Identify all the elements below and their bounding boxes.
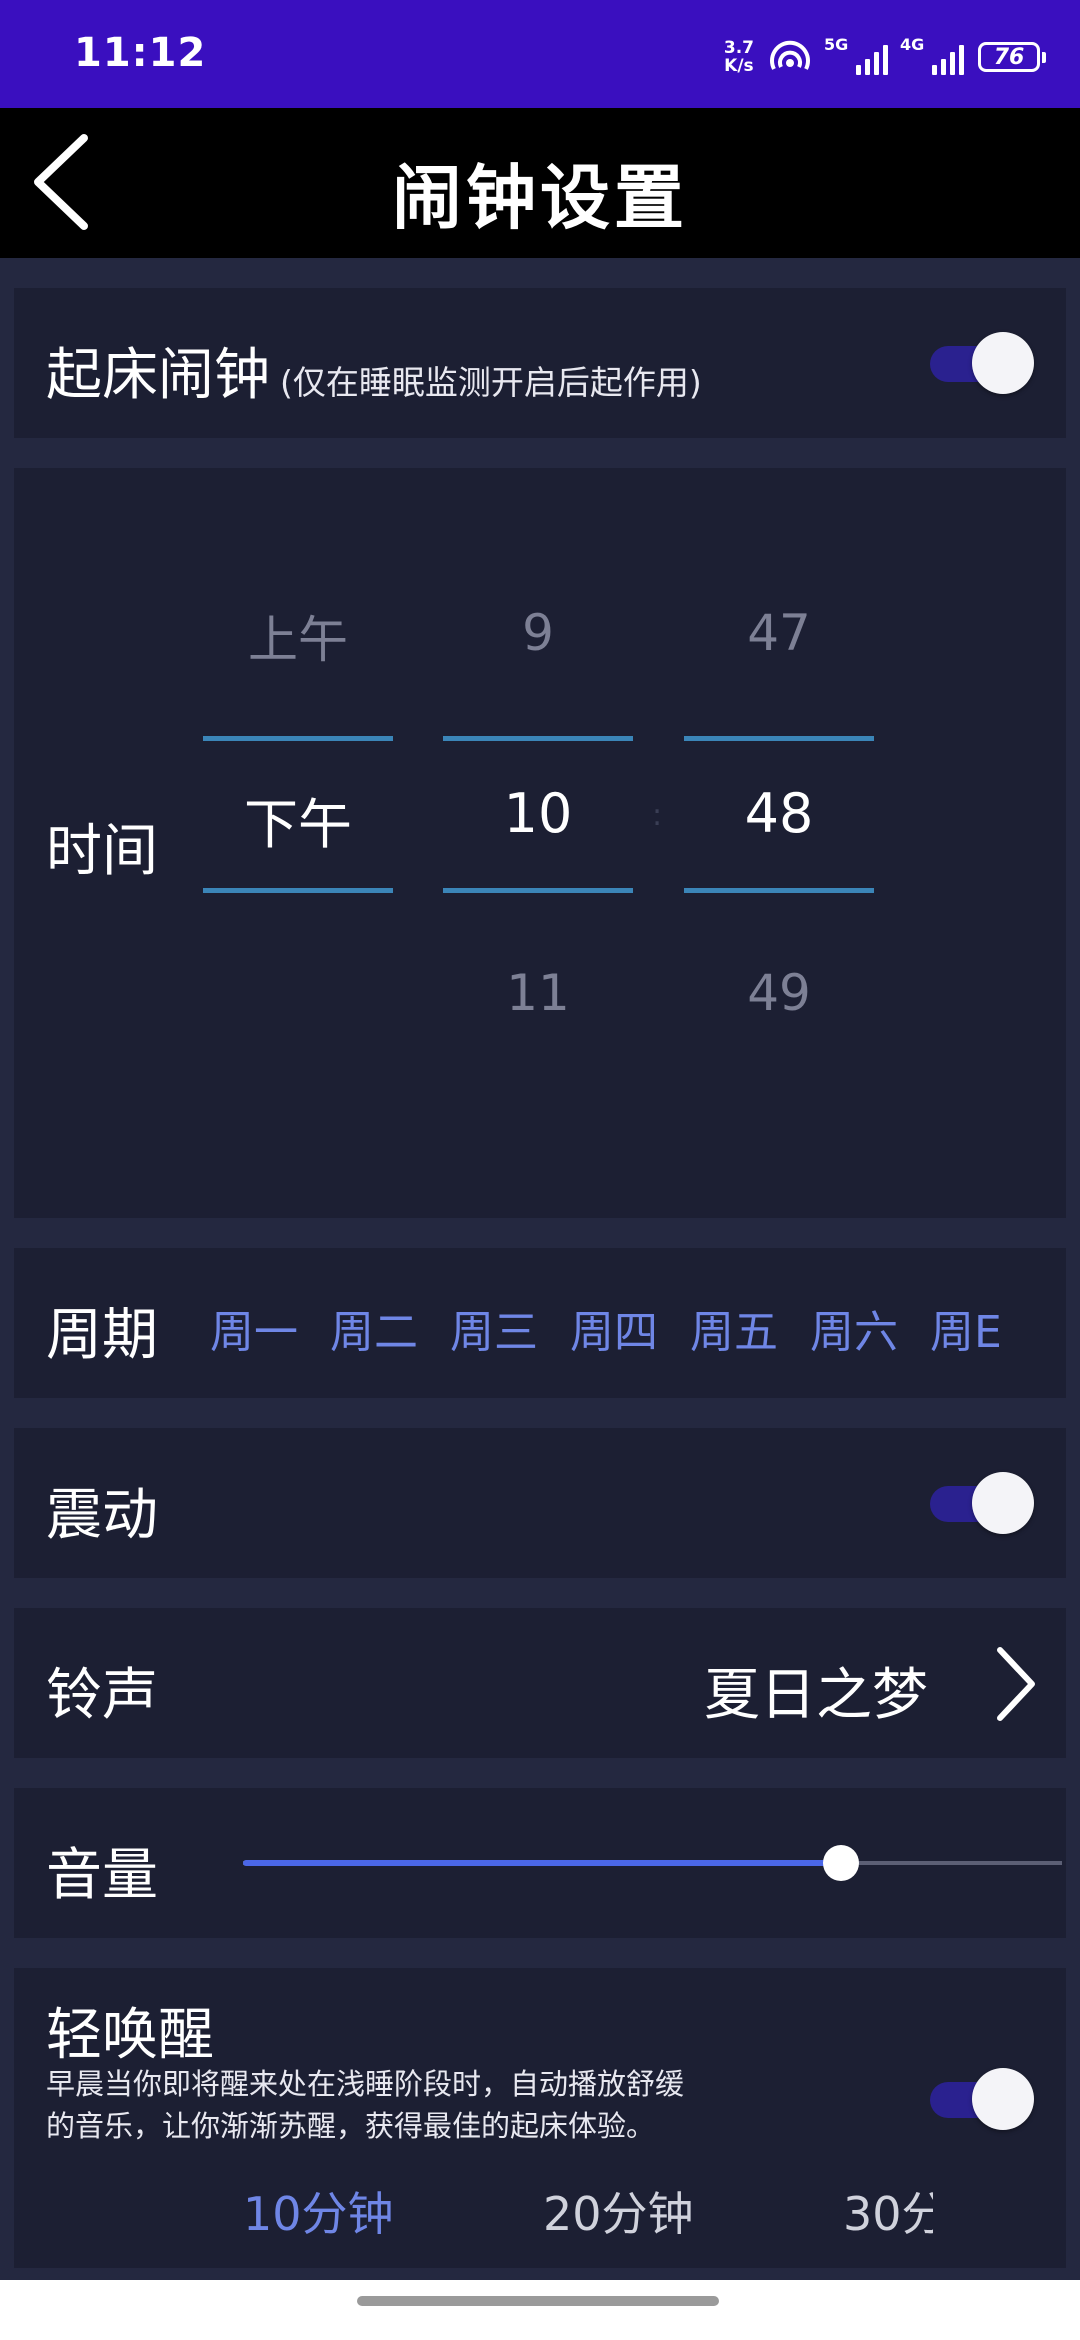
sim2-label: 4G <box>900 35 925 54</box>
nav-bar <box>0 2280 1080 2340</box>
volume-slider[interactable] <box>243 1788 1062 1938</box>
minute-divider-bottom <box>684 888 874 893</box>
weekday-mon[interactable]: 周一 <box>210 1296 298 1360</box>
hour-divider-top <box>443 736 633 741</box>
wake-alarm-label-group: 起床闹钟 (仅在睡眠监测开启后起作用) <box>46 330 702 411</box>
gentle-wake-card: 轻唤醒 早晨当你即将醒来处在浅睡阶段时，自动播放舒缓 的音乐，让你渐渐苏醒，获得… <box>14 1968 1066 2268</box>
weekday-wed[interactable]: 周三 <box>450 1296 538 1360</box>
weekday-sun[interactable]: 周E <box>930 1296 1020 1360</box>
hour-divider-bottom <box>443 888 633 893</box>
signal-sim1-icon: 5G <box>824 35 888 75</box>
gentle-wake-description-line1: 早晨当你即将醒来处在浅睡阶段时，自动播放舒缓 <box>46 2067 685 2101</box>
ampm-divider-top <box>203 736 393 741</box>
vibrate-row: 震动 <box>14 1428 1066 1578</box>
volume-slider-thumb[interactable] <box>823 1845 859 1881</box>
status-time: 11:12 <box>74 30 207 76</box>
minute-wheel[interactable]: 47 48 49 <box>684 468 874 1218</box>
hour-current: 10 <box>503 782 573 845</box>
net-speed-unit: K/s <box>724 56 754 76</box>
wake-alarm-label: 起床闹钟 <box>46 343 270 408</box>
duration-30min[interactable]: 30分 <box>843 2178 933 2244</box>
period-row: 周期 周一 周二 周三 周四 周五 周六 周E <box>14 1248 1066 1398</box>
weekday-thu[interactable]: 周四 <box>570 1296 658 1360</box>
hotspot-icon <box>770 40 810 70</box>
time-separator: : <box>652 798 663 833</box>
header: 闹钟设置 <box>0 108 1080 258</box>
ringtone-value: 夏日之梦 <box>704 1663 928 1728</box>
wake-alarm-note: (仅在睡眠监测开启后起作用) <box>280 363 702 402</box>
minute-divider-top <box>684 736 874 741</box>
volume-row: 音量 <box>14 1788 1066 1938</box>
hour-prev: 9 <box>522 604 554 662</box>
minute-prev: 47 <box>747 604 811 662</box>
battery-level: 76 <box>993 44 1025 70</box>
wake-alarm-row: 起床闹钟 (仅在睡眠监测开启后起作用) <box>14 288 1066 438</box>
net-speed-value: 3.7 <box>723 38 754 58</box>
net-speed: 3.7 K/s <box>724 39 754 75</box>
chevron-right-icon <box>997 1647 1035 1721</box>
gentle-wake-toggle[interactable] <box>930 2068 1034 2132</box>
period-label: 周期 <box>46 1303 158 1368</box>
ampm-divider-bottom <box>203 888 393 893</box>
wake-alarm-toggle[interactable] <box>930 332 1034 396</box>
minute-next: 49 <box>747 964 811 1022</box>
weekday-sat[interactable]: 周六 <box>810 1296 898 1360</box>
status-bar: 11:12 3.7 K/s 5G 4G 76 <box>0 0 1080 108</box>
signal-sim2-icon: 4G <box>900 35 964 75</box>
ampm-prev: 上午 <box>248 611 348 669</box>
page-title: 闹钟设置 <box>392 157 688 239</box>
time-label: 时间 <box>46 819 158 884</box>
ampm-wheel[interactable]: 上午 下午 <box>203 468 393 1218</box>
sim1-label: 5G <box>824 35 849 54</box>
volume-slider-fill <box>243 1860 841 1866</box>
duration-20min[interactable]: 20分钟 <box>543 2178 694 2244</box>
gentle-wake-description: 早晨当你即将醒来处在浅睡阶段时，自动播放舒缓 的音乐，让你渐渐苏醒，获得最佳的起… <box>46 2063 746 2147</box>
status-icons: 3.7 K/s 5G 4G 76 <box>724 32 1046 82</box>
battery-icon: 76 <box>978 42 1046 72</box>
weekday-tue[interactable]: 周二 <box>330 1296 418 1360</box>
ringtone-row[interactable]: 铃声 夏日之梦 <box>14 1608 1066 1758</box>
weekday-fri[interactable]: 周五 <box>690 1296 778 1360</box>
home-indicator[interactable] <box>357 2296 719 2306</box>
time-picker-card: 时间 上午 下午 9 10 11 : 47 48 49 <box>14 468 1066 1218</box>
ampm-current: 下午 <box>244 793 352 856</box>
hour-wheel[interactable]: 9 10 11 <box>443 468 633 1218</box>
ringtone-label: 铃声 <box>46 1663 158 1728</box>
gentle-wake-label: 轻唤醒 <box>46 2003 214 2068</box>
duration-10min[interactable]: 10分钟 <box>243 2178 394 2244</box>
hour-next: 11 <box>506 964 570 1022</box>
volume-label: 音量 <box>46 1843 158 1908</box>
vibrate-toggle[interactable] <box>930 1472 1034 1536</box>
minute-current: 48 <box>744 782 814 845</box>
vibrate-label: 震动 <box>46 1483 158 1548</box>
gentle-wake-description-line2: 的音乐，让你渐渐苏醒，获得最佳的起床体验。 <box>46 2109 656 2143</box>
